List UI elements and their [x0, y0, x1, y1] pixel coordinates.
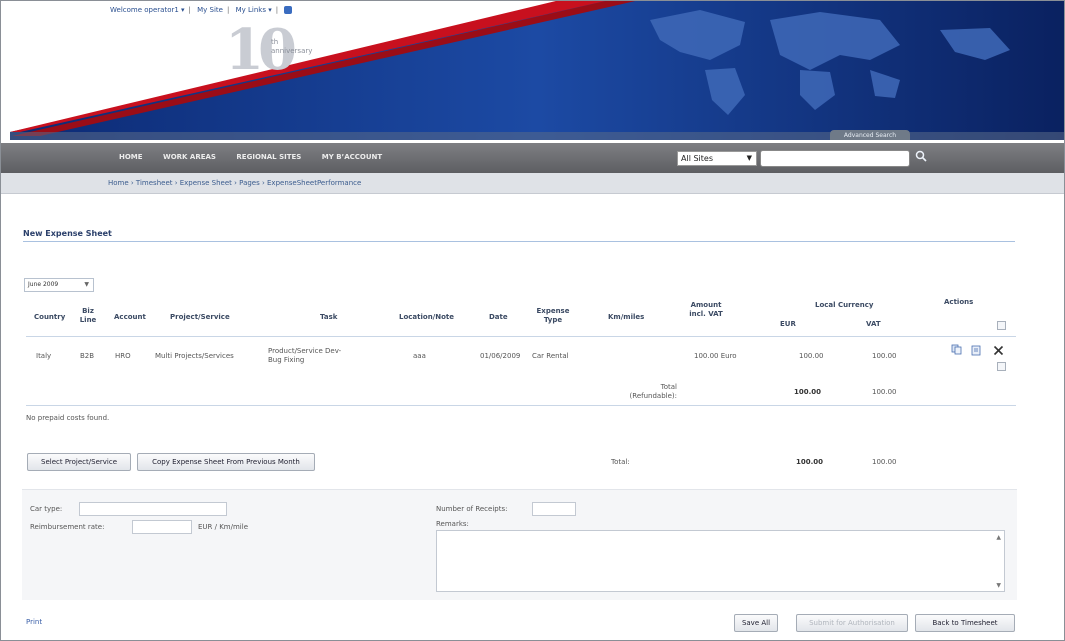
copy-expense-sheet-button[interactable]: Copy Expense Sheet From Previous Month: [137, 453, 315, 471]
reimbursement-rate-label: Reimbursement rate:: [30, 523, 105, 531]
reimbursement-unit: EUR / Km/mile: [198, 523, 249, 531]
header-expense-type: Expense Type: [536, 307, 570, 324]
cell-date: 01/06/2009: [480, 352, 521, 360]
top-links: Welcome operator1 ▾ | My Site | My Links ▾…: [110, 6, 296, 14]
nav-item-home[interactable]: HOME: [119, 153, 143, 161]
header-vat: VAT: [866, 320, 881, 328]
car-type-label: Car type:: [30, 505, 63, 513]
total-refundable-label: Total (Refundable):: [629, 383, 677, 400]
my-site-link[interactable]: My Site: [197, 6, 223, 14]
save-all-button[interactable]: Save All: [734, 614, 778, 632]
print-link[interactable]: Print: [26, 618, 42, 626]
scroll-down-icon[interactable]: ▼: [996, 582, 1001, 589]
banner-graphic: [10, 0, 1065, 140]
anniversary-logo: 10 th anniversary: [225, 20, 335, 88]
cell-project: Multi Projects/Services: [155, 352, 234, 360]
cell-amount: 100.00 Euro: [694, 352, 737, 360]
logo-text: th anniversary: [271, 38, 313, 55]
nav-item-regional-sites[interactable]: REGIONAL SITES: [236, 153, 301, 161]
remarks-label: Remarks:: [436, 520, 469, 528]
header-km-miles: Km/miles: [608, 313, 645, 321]
total-divider: [26, 405, 1016, 406]
welcome-menu[interactable]: Welcome operator1 ▾: [110, 6, 185, 14]
cell-task: Product/Service Dev-Bug Fixing: [268, 347, 342, 364]
my-links-menu[interactable]: My Links ▾: [236, 6, 272, 14]
header-project: Project/Service: [170, 313, 230, 321]
header-local-currency: Local Currency: [815, 301, 874, 309]
select-all-checkbox[interactable]: [997, 321, 1006, 330]
site-banner: Welcome operator1 ▾ | My Site | My Links ▾…: [0, 0, 1065, 140]
cell-vat: 100.00: [872, 352, 897, 360]
page-title: New Expense Sheet: [23, 229, 112, 238]
car-type-input[interactable]: [79, 502, 227, 516]
nav-item-my-account[interactable]: MY B’ACCOUNT: [322, 153, 382, 161]
cell-account: HRO: [115, 352, 131, 360]
grand-total-vat: 100.00: [872, 458, 897, 466]
header-amount: Amount incl. VAT: [689, 301, 723, 318]
advanced-search-link[interactable]: Advanced Search: [830, 130, 910, 140]
nav-item-work-areas[interactable]: WORK AREAS: [163, 153, 216, 161]
total-refundable-vat: 100.00: [872, 388, 897, 396]
search-scope-select[interactable]: All Sites ▼: [677, 151, 757, 166]
chevron-down-icon: ▼: [746, 154, 752, 162]
grand-total-label: Total:: [611, 458, 630, 466]
header-task: Task: [320, 313, 338, 321]
breadcrumb-bar: Home › Timesheet › Expense Sheet › Pages…: [0, 173, 1065, 194]
receipts-label: Number of Receipts:: [436, 505, 508, 513]
grand-total-eur: 100.00: [796, 458, 824, 466]
remarks-textarea[interactable]: ▲ ▼: [436, 530, 1005, 592]
copy-row-icon[interactable]: [951, 344, 962, 355]
header-account: Account: [114, 313, 146, 321]
header-country: Country: [34, 313, 66, 321]
search-input[interactable]: [760, 150, 910, 167]
delete-row-icon[interactable]: [993, 345, 1004, 356]
row-select-checkbox[interactable]: [997, 362, 1006, 371]
header-eur: EUR: [780, 320, 796, 328]
header-actions: Actions: [944, 298, 974, 306]
header-date: Date: [489, 313, 508, 321]
receipts-input[interactable]: [532, 502, 576, 516]
back-to-timesheet-button[interactable]: Back to Timesheet: [915, 614, 1015, 632]
header-divider: [26, 336, 1016, 337]
header-location: Location/Note: [399, 313, 454, 321]
breadcrumb[interactable]: Home › Timesheet › Expense Sheet › Pages…: [108, 179, 361, 187]
help-icon[interactable]: [284, 6, 293, 14]
reimbursement-rate-input[interactable]: [132, 520, 192, 534]
month-select[interactable]: June 2009 ▼: [24, 278, 94, 292]
cell-expense-type: Car Rental: [532, 352, 569, 360]
cell-location: aaa: [413, 352, 426, 360]
scroll-up-icon[interactable]: ▲: [996, 534, 1001, 541]
submit-authorisation-button[interactable]: Submit for Authorisation: [796, 614, 908, 632]
title-divider: [23, 241, 1015, 242]
search-icon[interactable]: [913, 150, 929, 167]
cell-biz-line: B2B: [80, 352, 95, 360]
header-biz-line: Biz Line: [79, 307, 97, 324]
edit-row-icon[interactable]: [971, 345, 982, 356]
total-refundable-eur: 100.00: [794, 388, 822, 396]
chevron-down-icon: ▼: [84, 281, 89, 288]
cell-eur: 100.00: [799, 352, 824, 360]
no-prepaid-message: No prepaid costs found.: [26, 414, 110, 422]
cell-country: Italy: [36, 352, 52, 360]
select-project-button[interactable]: Select Project/Service: [27, 453, 131, 471]
